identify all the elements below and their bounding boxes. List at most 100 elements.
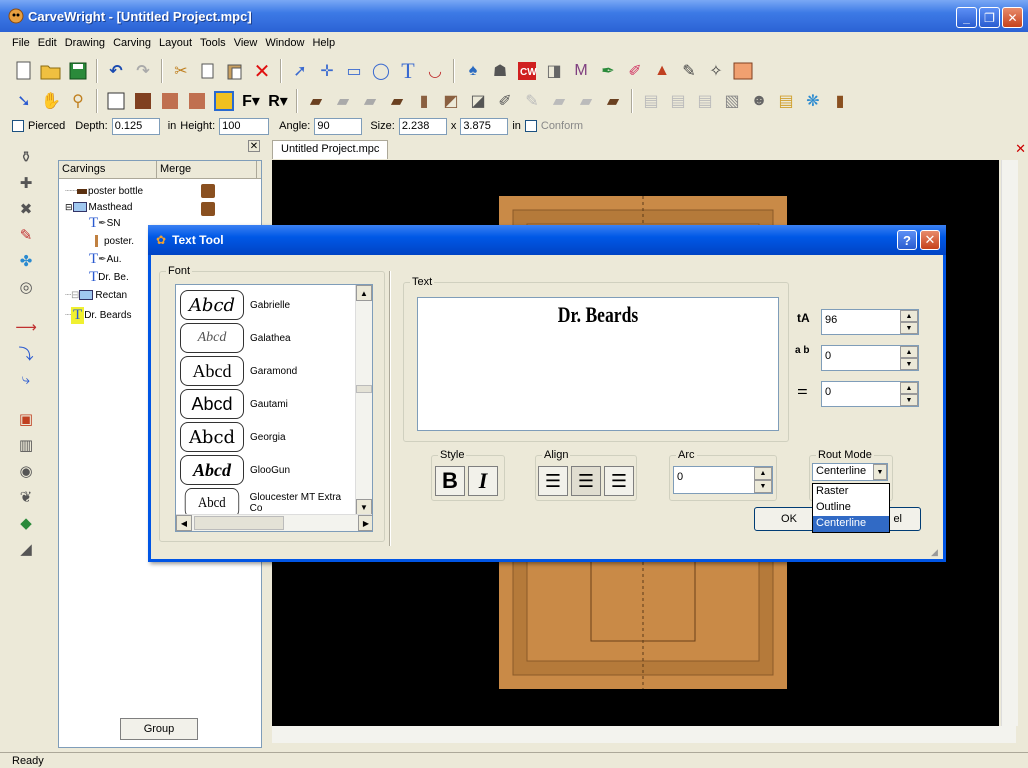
increment-icon[interactable]: ▲ (900, 382, 918, 394)
columns-icon[interactable]: ▥ (13, 434, 39, 456)
menu-tools[interactable]: Tools (196, 37, 230, 49)
paste-icon[interactable] (223, 59, 247, 83)
grid2-icon[interactable] (185, 89, 209, 113)
delete-icon[interactable]: ✕ (250, 59, 274, 83)
f-dropdown-icon[interactable]: F▾ (239, 89, 263, 113)
close-button[interactable]: ✕ (1002, 7, 1023, 28)
diagonal-icon[interactable] (131, 89, 155, 113)
menu-edit[interactable]: Edit (34, 37, 61, 49)
font-item[interactable]: Abcd Garamond (176, 355, 356, 387)
menu-file[interactable]: File (8, 37, 34, 49)
cut-icon[interactable]: ✂ (169, 59, 193, 83)
cw-logo-icon[interactable]: CW (515, 59, 539, 83)
center-icon[interactable]: ◎ (13, 276, 39, 298)
text-input[interactable]: Dr. Beards (417, 297, 779, 431)
robot-icon[interactable]: ☗ (488, 59, 512, 83)
path-arc-icon[interactable]: ⤷ (13, 368, 39, 390)
wrench-icon[interactable]: ▮ (828, 89, 852, 113)
green-diamond-icon[interactable]: ◆ (13, 512, 39, 534)
tree-item[interactable]: ┈┈ poster bottle (65, 183, 143, 199)
canvas-vertical-scrollbar[interactable] (1001, 160, 1018, 726)
menu-help[interactable]: Help (308, 37, 339, 49)
texture-icon[interactable]: ◩ (439, 89, 463, 113)
layer-disabled3-icon[interactable]: ▰ (547, 89, 571, 113)
scroll-thumb[interactable] (356, 385, 372, 393)
increment-icon[interactable]: ▲ (900, 346, 918, 358)
dialog-close-button[interactable]: ✕ (920, 230, 940, 250)
canvas-horizontal-scrollbar[interactable] (272, 726, 1016, 743)
lamp-icon[interactable]: ♠ (461, 59, 485, 83)
rout-option-centerline[interactable]: Centerline (813, 516, 889, 532)
tree-item[interactable]: poster. (89, 233, 134, 249)
shape-icon[interactable]: ◉ (13, 460, 39, 482)
chart-icon[interactable]: ◪ (466, 89, 490, 113)
align-center-icon[interactable]: ☰ (571, 466, 601, 496)
merge-icon[interactable] (201, 184, 215, 198)
scroll-up-icon[interactable]: ▲ (356, 285, 372, 301)
recess-icon[interactable]: ▣ (13, 408, 39, 430)
italic-button[interactable]: I (468, 466, 498, 496)
layer2-icon[interactable]: ▰ (385, 89, 409, 113)
path-curve-icon[interactable]: ⤵ (13, 342, 39, 364)
minimize-button[interactable]: _ (956, 7, 977, 28)
redo-icon[interactable]: ↷ (131, 59, 155, 83)
pen-red-icon[interactable]: ✐ (623, 59, 647, 83)
font-item[interactable]: Abcd Gautami (176, 388, 356, 420)
col-merge[interactable]: Merge (157, 161, 257, 178)
restore-button[interactable]: ❐ (979, 7, 1000, 28)
select-arrow-icon[interactable]: ➚ (288, 59, 312, 83)
font-list-horizontal-scrollbar[interactable]: ◀ ▶ (176, 514, 372, 531)
hand-icon[interactable]: ✋ (39, 89, 63, 113)
image-icon[interactable] (731, 59, 755, 83)
zoom-icon[interactable]: ⚲ (66, 89, 90, 113)
document-tab[interactable]: Untitled Project.mpc (272, 140, 389, 159)
gear-icon[interactable]: ❋ (801, 89, 825, 113)
layer-icon[interactable]: ▰ (304, 89, 328, 113)
pierced-checkbox[interactable] (12, 120, 24, 132)
pan-crosshair-icon[interactable]: ✛ (315, 59, 339, 83)
rout-mode-select[interactable]: Centerline ▼ (812, 463, 888, 481)
chevron-down-icon[interactable]: ▼ (873, 464, 887, 480)
decrement-icon[interactable]: ▼ (900, 322, 918, 334)
scroll-thumb[interactable] (194, 516, 284, 530)
increment-icon[interactable]: ▲ (900, 310, 918, 322)
height-input[interactable] (219, 117, 270, 135)
layer-disabled-icon[interactable]: ▰ (331, 89, 355, 113)
align-left-icon[interactable]: ☰ (538, 466, 568, 496)
bit-icon[interactable]: ⚱ (13, 146, 39, 168)
tree-item[interactable]: T Dr. Be. (89, 269, 129, 285)
pointer-icon[interactable]: ➘ (12, 89, 36, 113)
decrement-icon[interactable]: ▼ (900, 358, 918, 370)
remove-node-icon[interactable]: ✖ (13, 198, 39, 220)
rout-mode-dropdown[interactable]: Raster Outline Centerline (812, 483, 890, 533)
board-icon[interactable]: ◨ (542, 59, 566, 83)
page-disabled-icon[interactable]: ▤ (639, 89, 663, 113)
font-item[interactable]: Abcd Georgia (176, 421, 356, 453)
r-dropdown-icon[interactable]: R▾ (266, 89, 290, 113)
tree-item[interactable]: T ✒ Au. (89, 251, 122, 267)
new-icon[interactable] (12, 59, 36, 83)
tree-item-selected[interactable]: ┈ T Dr. Beards (65, 306, 131, 324)
star-icon[interactable] (212, 89, 236, 113)
menu-window[interactable]: Window (261, 37, 308, 49)
scroll-left-icon[interactable]: ◀ (176, 515, 192, 531)
pen-disabled-icon[interactable]: ✎ (520, 89, 544, 113)
brush-icon[interactable]: ✐ (493, 89, 517, 113)
bold-button[interactable]: B (435, 466, 465, 496)
rout-option-outline[interactable]: Outline (813, 500, 889, 516)
rectangle-tool-icon[interactable]: ▭ (342, 59, 366, 83)
save-icon[interactable] (66, 59, 90, 83)
page-disabled3-icon[interactable]: ▤ (693, 89, 717, 113)
arc-text-icon[interactable]: ◡ (423, 59, 447, 83)
group-button[interactable]: Group (120, 718, 198, 740)
leaf-icon[interactable]: ❦ (13, 486, 39, 508)
pin-icon[interactable]: ✎ (677, 59, 701, 83)
panel-close-icon[interactable]: ✕ (248, 140, 260, 152)
decrement-icon[interactable]: ▼ (754, 480, 772, 493)
font-item[interactable]: Abcd Galathea (176, 322, 356, 354)
help-button[interactable]: ? (897, 230, 917, 250)
menu-drawing[interactable]: Drawing (61, 37, 109, 49)
angle-input[interactable] (314, 117, 363, 135)
font-item[interactable]: Abcd Gabrielle (176, 289, 356, 321)
font-list[interactable]: Abcd Gabrielle Abcd Galathea Abcd Garamo… (175, 284, 373, 532)
